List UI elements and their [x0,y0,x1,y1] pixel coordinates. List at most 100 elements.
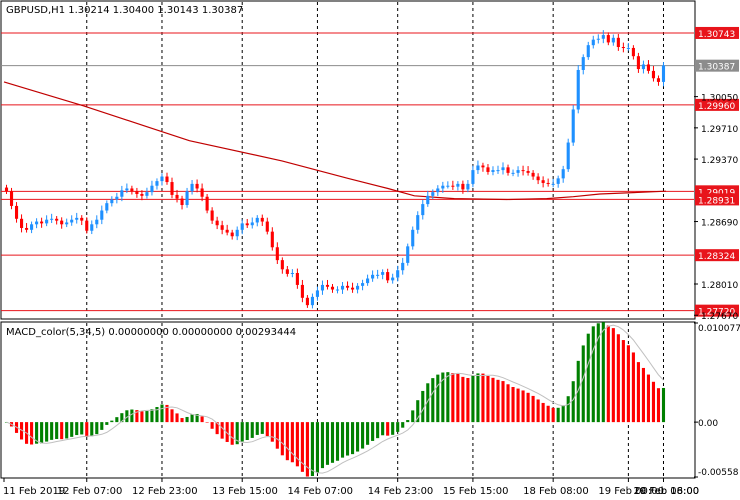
candle-body [95,219,99,225]
macd-bar [100,422,104,430]
candle-body [340,285,345,290]
chart-window: 1.307431.303871.299601.290191.289311.283… [0,0,740,500]
candle-body [611,37,615,43]
candle-body [115,196,119,200]
macd-bar [115,417,119,423]
candle-body [431,192,435,196]
candle-body [350,287,355,290]
candle-body [155,181,159,186]
candle-body [561,169,565,179]
macd-bar [205,422,209,423]
macd-bar [586,333,590,423]
macd-bar [175,413,179,423]
macd-bar [581,345,585,423]
candle-body [290,272,294,274]
macd-bar [340,422,345,458]
macd-bar [451,373,455,423]
macd-tick-label: 0.00 [698,419,718,429]
candle-body [396,270,400,278]
candle-body [175,194,179,199]
candle-body [596,38,600,40]
candle-body [85,220,89,231]
candle-body [200,188,204,197]
macd-bar [471,375,475,423]
macd-bar [105,422,109,425]
macd-bar [50,422,54,440]
candle-body [591,39,595,46]
candle-body [361,283,365,286]
candle-body [356,285,360,290]
macd-bar [350,422,355,455]
macd-bar [511,387,515,423]
price-chart-title: GBPUSD,H1 1.30214 1.30400 1.30143 1.3038… [6,5,243,16]
candle-body [160,176,164,182]
macd-bar [541,402,545,423]
macd-bar [621,340,625,423]
candle-body [315,290,320,297]
candle-body [606,35,610,43]
candle-body [426,195,430,205]
macd-bar [521,390,525,423]
macd-bar [45,422,49,442]
candle-body [70,219,74,223]
price-tick-label: 1.27670 [701,312,738,322]
macd-bar [406,420,410,423]
candle-body [411,229,415,247]
macd-bar [60,422,64,440]
candle-body [466,183,470,190]
candle-body [551,183,555,185]
time-tick-label: 18 Feb 08:00 [523,486,589,497]
candle-body [476,165,480,171]
macd-bar [210,422,214,429]
macd-bar [401,422,405,428]
candle-body [491,170,495,172]
candle-body [210,210,214,221]
macd-bar [245,422,249,441]
candle-body [621,47,625,49]
candle-body [110,199,114,204]
candle-body [35,221,39,225]
macd-bar [396,422,400,432]
macd-bar [506,384,510,423]
macd-bar [501,381,505,423]
candle-body [60,220,64,225]
macd-bar [461,376,465,423]
candle-body [576,69,580,110]
candle-body [456,183,460,187]
macd-bar [330,422,335,463]
macd-bar [150,409,154,423]
macd-bar [486,375,490,423]
candle-body [436,188,440,193]
macd-bar [320,422,325,469]
macd-bar [386,422,390,436]
macd-tick-label: 0.0100775 [698,324,740,334]
macd-bar [230,422,234,445]
macd-bar [631,352,635,423]
candle-body [120,190,124,197]
macd-bar [601,322,605,423]
candle-body [30,224,34,230]
price-tick-label: 1.30050 [701,94,738,104]
level-price-label: 1.30387 [698,63,735,73]
candle-body [345,285,350,288]
price-tick-label: 1.29370 [701,156,738,166]
macd-bar [80,422,84,435]
candle-body [235,229,239,237]
candle-body [461,183,465,190]
chart-background [0,0,740,500]
candle-body [100,210,104,220]
candle-body [661,65,666,82]
candle-body [265,221,269,232]
candle-body [40,221,44,224]
candle-body [195,183,199,189]
candle-body [150,185,154,193]
candle-body [386,272,390,281]
macd-bar [496,379,500,423]
candle-body [190,183,194,192]
time-tick-label: 12 Feb 07:00 [57,486,123,497]
candle-body [320,284,325,291]
candle-body [65,222,69,225]
macd-bar [491,377,495,423]
macd-bar [190,414,194,423]
macd-bar [255,422,259,435]
